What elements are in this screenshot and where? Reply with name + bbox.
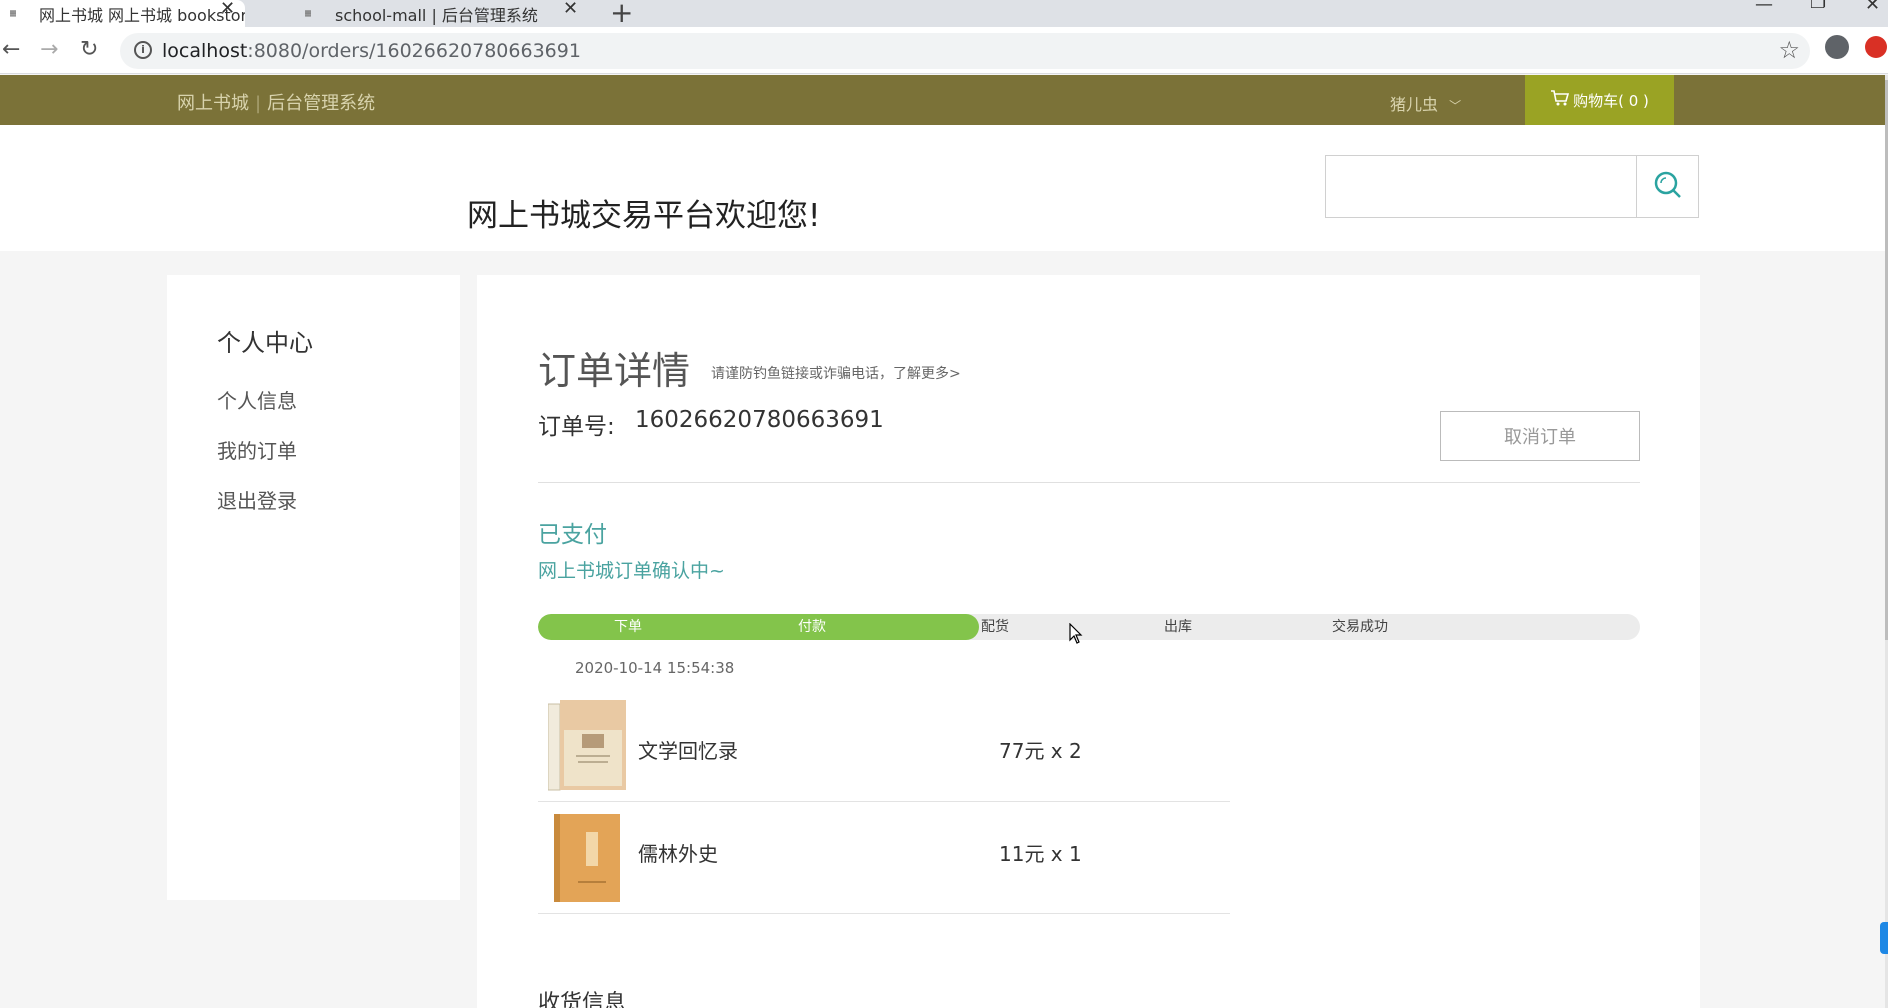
chevron-down-icon: ﹀ (1449, 99, 1462, 113)
cart-button[interactable]: 购物车( 0 ) (1525, 75, 1674, 125)
new-tab-icon[interactable]: + (610, 0, 633, 29)
item-name[interactable]: 文学回忆录 (638, 735, 738, 764)
browser-tab-bookstore[interactable]: ▦ 网上书城 网上书城 bookstore ✕ (0, 0, 245, 27)
step-complete: 交易成功 (1332, 619, 1388, 635)
newbee-favicon-icon: ▦ (10, 7, 17, 19)
search-button[interactable] (1636, 155, 1699, 218)
step-payment: 付款 (798, 619, 826, 635)
order-number: 16026620780663691 (635, 407, 884, 433)
bookmark-star-icon[interactable]: ☆ (1778, 36, 1800, 64)
brand-home-link[interactable]: 网上书城 (177, 93, 249, 114)
user-name: 猪儿虫 (1390, 95, 1439, 114)
divider (538, 482, 1640, 483)
mouse-cursor-icon (1069, 622, 1083, 645)
restore-icon[interactable]: ❐ (1810, 0, 1826, 13)
sidebar-item-orders[interactable]: 我的订单 (217, 435, 297, 464)
order-detail-panel: 订单详情 请谨防钓鱼链接或诈骗电话，了解更多> 订单号: 16026620780… (477, 275, 1700, 1008)
sidebar-item-profile[interactable]: 个人信息 (217, 385, 297, 414)
book-cover-image[interactable] (548, 812, 628, 904)
brand-links: 网上书城 | 后台管理系统 (177, 89, 375, 115)
site-info-icon[interactable]: i (134, 41, 152, 59)
tab-title: 网上书城 网上书城 bookstore (38, 5, 245, 25)
url-text: localhost:8080/orders/16026620780663691 (162, 40, 581, 62)
cancel-order-button[interactable]: 取消订单 (1440, 411, 1640, 461)
item-name[interactable]: 儒林外史 (638, 838, 718, 867)
extension-icon[interactable] (1865, 36, 1887, 58)
step-dispatch: 出库 (1164, 619, 1192, 635)
reload-icon[interactable]: ↻ (80, 37, 98, 62)
book-cover-image[interactable] (547, 700, 628, 792)
cart-icon (1550, 89, 1570, 112)
minimize-icon[interactable]: — (1755, 0, 1773, 15)
search-icon (1652, 169, 1684, 205)
close-tab-icon[interactable]: ✕ (220, 0, 235, 19)
shipping-info-heading: 收货信息 (538, 991, 627, 1008)
floating-side-tab[interactable] (1880, 922, 1888, 954)
item-price: 11元 x 1 (999, 842, 1082, 866)
user-menu[interactable]: 猪儿虫 ﹀ (1390, 91, 1461, 115)
item-price: 77元 x 2 (999, 739, 1082, 763)
order-item: 儒林外史 11元 x 1 (538, 802, 1230, 914)
order-progress-bar: 下单 付款 配货 出库 交易成功 (538, 614, 1640, 640)
order-time: 2020-10-14 15:54:38 (575, 659, 735, 677)
fraud-warning-link[interactable]: 请谨防钓鱼链接或诈骗电话，了解更多> (711, 363, 961, 383)
browser-tab-admin[interactable]: ▦ school-mall | 后台管理系统 ✕ (305, 0, 585, 27)
order-status-note: 网上书城订单确认中~ (538, 560, 725, 582)
sidebar-title: 个人中心 (217, 329, 313, 357)
order-number-label: 订单号: (538, 414, 615, 440)
sidebar-item-logout[interactable]: 退出登录 (217, 485, 297, 514)
step-picking: 配货 (981, 619, 1009, 635)
back-icon[interactable]: ← (2, 37, 20, 62)
search-input[interactable] (1325, 155, 1637, 218)
step-order: 下单 (614, 619, 642, 635)
order-status: 已支付 (538, 522, 607, 548)
newbee-favicon-icon: ▦ (305, 7, 312, 19)
browser-tab-bar: ▦ 网上书城 网上书城 bookstore ✕ ▦ school-mall | … (0, 0, 1888, 29)
close-window-icon[interactable]: ✕ (1865, 0, 1880, 15)
close-tab-icon[interactable]: ✕ (563, 0, 578, 19)
profile-avatar-icon[interactable] (1825, 35, 1849, 59)
welcome-heading: 网上书城交易平台欢迎您! (467, 198, 821, 234)
order-item: 文学回忆录 77元 x 2 (538, 690, 1230, 802)
cart-label: 购物车( 0 ) (1573, 91, 1649, 110)
address-bar: ← → ↻ i localhost:8080/orders/1602662078… (0, 27, 1888, 74)
brand-separator: | (255, 93, 262, 114)
page-title: 订单详情 (538, 349, 691, 393)
forward-icon[interactable]: → (40, 37, 58, 62)
admin-link[interactable]: 后台管理系统 (267, 93, 375, 114)
personal-center-sidebar: 个人中心 个人信息 我的订单 退出登录 (167, 275, 460, 900)
site-header: 网上书城交易平台欢迎您! (0, 125, 1885, 251)
url-field[interactable]: i localhost:8080/orders/1602662078066369… (120, 33, 1810, 69)
site-top-nav: 网上书城 | 后台管理系统 猪儿虫 ﹀ 购物车( 0 ) (0, 75, 1885, 125)
tab-title: school-mall | 后台管理系统 (335, 5, 538, 25)
